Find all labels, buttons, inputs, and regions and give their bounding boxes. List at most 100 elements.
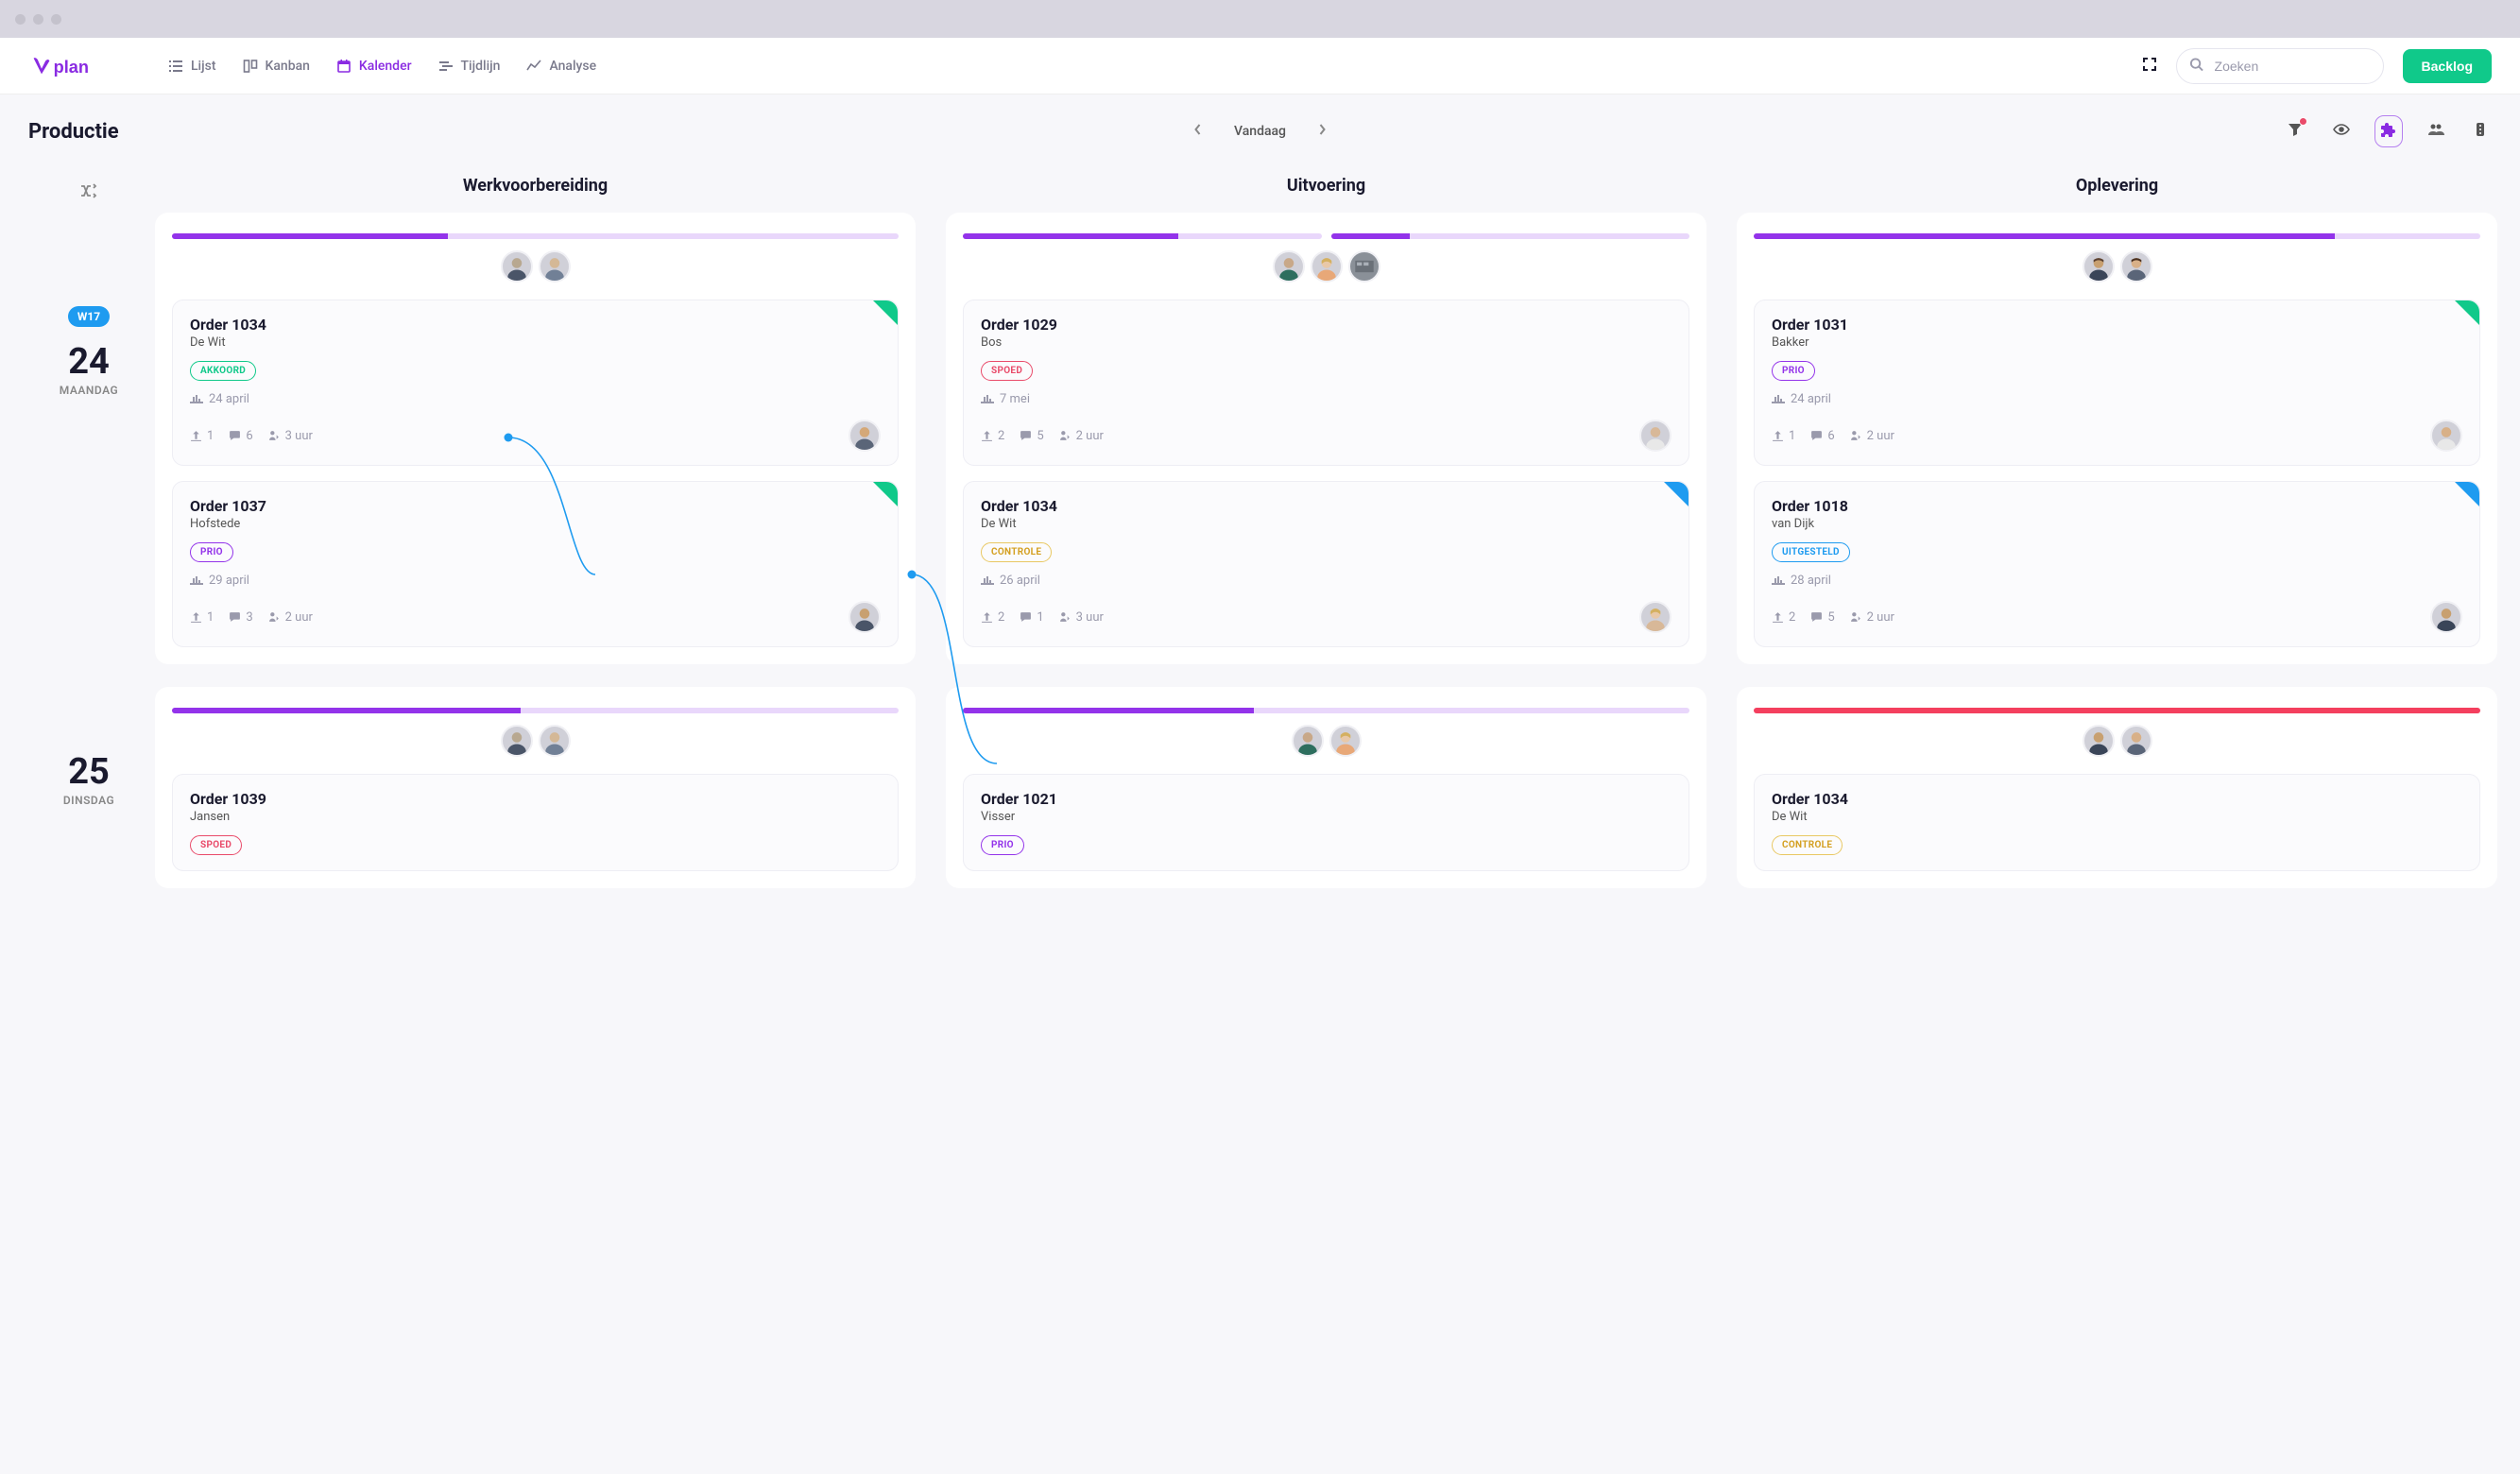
assignee-avatar[interactable] [2430, 601, 2462, 633]
stat-uploads: 1 [190, 610, 214, 625]
avatar[interactable] [1311, 250, 1343, 283]
backlog-button[interactable]: Backlog [2403, 49, 2492, 83]
card-corner-indicator [2455, 482, 2479, 506]
avatar[interactable] [1292, 725, 1324, 757]
progress-bar [963, 708, 1689, 713]
avatar[interactable] [1329, 725, 1362, 757]
resource-icon[interactable] [2469, 116, 2492, 146]
assignee-avatar[interactable] [1639, 601, 1671, 633]
card-customer: van Dijk [1772, 517, 2462, 531]
card-title: Order 1031 [1772, 316, 2462, 334]
card-customer: Jansen [190, 810, 881, 824]
assignee-avatar[interactable] [1639, 420, 1671, 452]
tag-controle: CONTROLE [1772, 835, 1843, 855]
prev-day-arrow[interactable] [1189, 120, 1206, 143]
avatar[interactable] [2083, 725, 2115, 757]
assignee-avatar[interactable] [849, 420, 881, 452]
stat-time: 3 uur [1059, 610, 1104, 625]
week-badge: W17 [68, 306, 110, 327]
card-corner-indicator [873, 482, 898, 506]
order-card[interactable]: Order 1029 Bos SPOED 7 mei 2 5 2 uur [963, 300, 1689, 466]
card-date: 7 mei [981, 392, 1671, 406]
card-title: Order 1018 [1772, 497, 2462, 515]
avatar[interactable] [1273, 250, 1305, 283]
traffic-light-dot [15, 14, 26, 25]
nav-tijdlijn[interactable]: Tijdlijn [438, 59, 501, 74]
avatar[interactable] [501, 725, 533, 757]
card-date: 24 april [190, 392, 881, 406]
avatar[interactable] [539, 725, 571, 757]
stat-time: 2 uur [1059, 429, 1104, 443]
nav-kanban[interactable]: Kanban [243, 59, 310, 74]
card-title: Order 1021 [981, 790, 1671, 808]
order-card[interactable]: Order 1031 Bakker PRIO 24 april 1 6 2 uu… [1754, 300, 2480, 466]
progress-bar [1754, 233, 2480, 239]
users-icon[interactable] [2422, 116, 2450, 146]
eye-icon[interactable] [2327, 116, 2356, 146]
day-name: MAANDAG [23, 384, 155, 397]
stat-time: 2 uur [268, 610, 313, 625]
avatar[interactable] [539, 250, 571, 283]
tag-akkoord: AKKOORD [190, 361, 256, 381]
card-customer: De Wit [1772, 810, 2462, 824]
day-section: Order 1034 De Wit CONTROLE [1737, 687, 2497, 888]
next-day-arrow[interactable] [1314, 120, 1331, 143]
expand-icon[interactable] [2142, 57, 2157, 76]
day-section: Order 1021 Visser PRIO [946, 687, 1706, 888]
nav-lijst[interactable]: Lijst [168, 59, 216, 74]
filter-icon[interactable] [2282, 116, 2308, 146]
day-number: 24 [23, 344, 155, 380]
shuffle-icon[interactable] [23, 180, 155, 215]
nav-label: Tijdlijn [461, 59, 501, 74]
tag-prio: PRIO [190, 542, 233, 562]
stat-comments: 6 [1810, 429, 1834, 443]
toolbar-icons [2282, 115, 2492, 147]
stat-comments: 6 [229, 429, 252, 443]
card-date: 28 april [1772, 574, 2462, 588]
nav-kalender[interactable]: Kalender [336, 59, 412, 74]
avatar[interactable] [1348, 250, 1380, 283]
chart-icon [526, 59, 541, 74]
card-customer: Bos [981, 335, 1671, 350]
nav-analyse[interactable]: Analyse [526, 59, 596, 74]
stat-uploads: 2 [981, 429, 1004, 443]
nav-label: Analyse [549, 59, 596, 74]
card-date: 26 april [981, 574, 1671, 588]
column-header: Oplevering [1737, 168, 2497, 213]
avatar[interactable] [2083, 250, 2115, 283]
day-section: Order 1029 Bos SPOED 7 mei 2 5 2 uur Ord… [946, 213, 1706, 664]
order-card[interactable]: Order 1034 De Wit CONTROLE 26 april 2 1 … [963, 481, 1689, 647]
order-card[interactable]: Order 1034 De Wit CONTROLE [1754, 774, 2480, 871]
card-title: Order 1039 [190, 790, 881, 808]
assignee-avatar[interactable] [849, 601, 881, 633]
assignee-avatar[interactable] [2430, 420, 2462, 452]
order-card[interactable]: Order 1021 Visser PRIO [963, 774, 1689, 871]
column-werkvoorbereiding: Werkvoorbereiding Order 1034 De Wit AKKO… [155, 168, 916, 911]
avatar[interactable] [2120, 250, 2152, 283]
card-title: Order 1034 [981, 497, 1671, 515]
topbar: plan Lijst Kanban Kalender Tijdlijn Anal… [0, 38, 2520, 94]
order-card[interactable]: Order 1018 van Dijk UITGESTELD 28 april … [1754, 481, 2480, 647]
search-input[interactable] [2176, 48, 2384, 84]
order-card[interactable]: Order 1034 De Wit AKKOORD 24 april 1 6 3… [172, 300, 899, 466]
puzzle-icon[interactable] [2374, 115, 2403, 147]
traffic-light-dot [51, 14, 61, 25]
card-title: Order 1034 [1772, 790, 2462, 808]
order-card[interactable]: Order 1037 Hofstede PRIO 29 april 1 3 2 … [172, 481, 899, 647]
subheader: Productie Vandaag [0, 94, 2520, 159]
stat-uploads: 1 [1772, 429, 1795, 443]
nav-label: Kanban [266, 59, 310, 74]
avatar[interactable] [2120, 725, 2152, 757]
nav: Lijst Kanban Kalender Tijdlijn Analyse [168, 59, 596, 74]
traffic-light-dot [33, 14, 43, 25]
today-label[interactable]: Vandaag [1234, 124, 1286, 139]
order-card[interactable]: Order 1039 Jansen SPOED [172, 774, 899, 871]
day-name: DINSDAG [23, 794, 155, 807]
kanban-icon [243, 59, 258, 74]
logo: plan [28, 53, 121, 79]
avatar[interactable] [501, 250, 533, 283]
stat-time: 3 uur [268, 429, 313, 443]
board: W17 24 MAANDAG 25 DINSDAG Werkvoorbereid… [0, 159, 2520, 939]
card-date: 24 april [1772, 392, 2462, 406]
calendar-icon [336, 59, 351, 74]
